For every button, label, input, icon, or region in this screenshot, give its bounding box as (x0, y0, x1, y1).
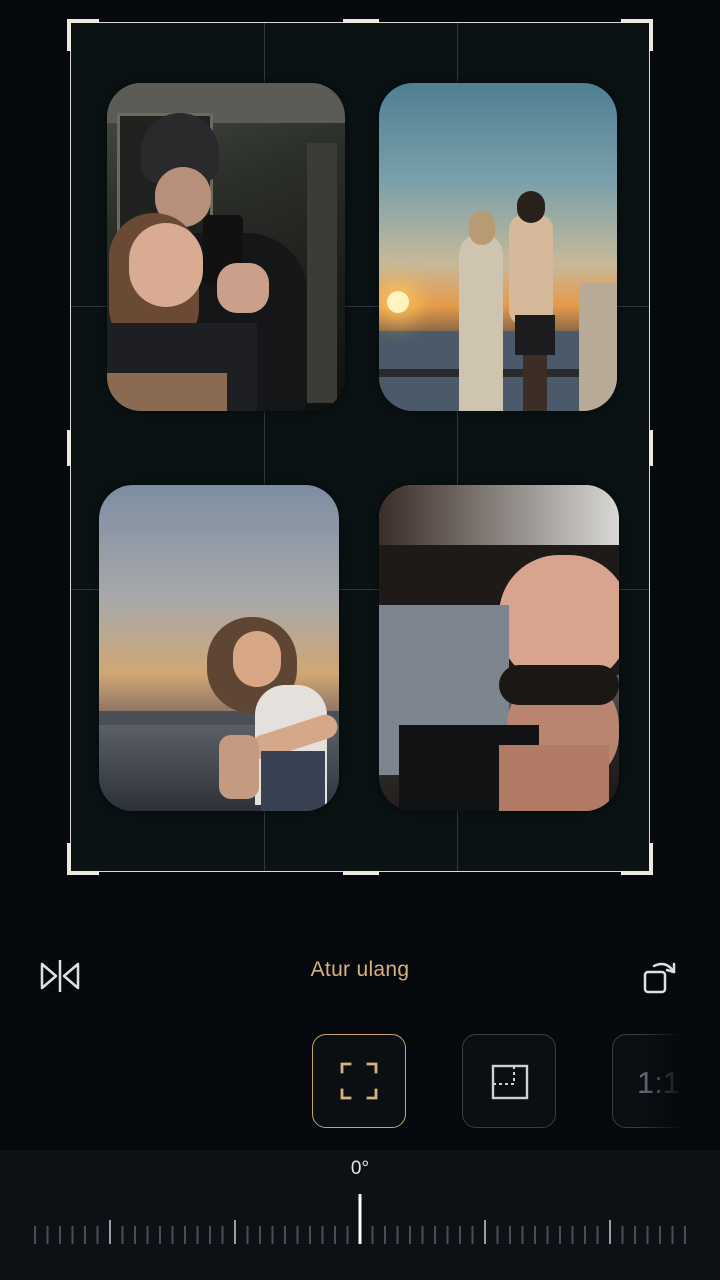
crop-handle-bottom-left[interactable] (67, 843, 99, 875)
rotate-icon (643, 962, 676, 994)
aspect-1-1-button[interactable]: 1:1 (612, 1034, 706, 1128)
collage-photo-couple-closeup (379, 485, 619, 811)
image-canvas (0, 0, 720, 900)
collage-photo-mirror-selfie (107, 83, 345, 411)
aspect-original-button[interactable] (462, 1034, 556, 1128)
crop-handle-bottom-right[interactable] (621, 843, 653, 875)
crop-handle-top-right[interactable] (621, 19, 653, 51)
rotation-panel: 0° (0, 1150, 720, 1280)
collage-photo-beach-girl (99, 485, 339, 811)
crop-toolbar: Atur ulang (0, 940, 720, 1010)
rotation-angle-label: 0° (350, 1158, 370, 1179)
aspect-1-1-label: 1:1 (637, 1065, 681, 1100)
flip-button[interactable] (36, 954, 84, 998)
reset-button[interactable]: Atur ulang (260, 958, 460, 982)
crop-handle-right[interactable] (649, 430, 653, 466)
crop-handle-left[interactable] (67, 430, 71, 466)
crop-frame[interactable] (67, 19, 653, 875)
crop-rect-icon (491, 1064, 528, 1099)
rotation-dial[interactable] (0, 1190, 720, 1260)
aspect-ratio-selector: 1:1 (0, 1032, 720, 1132)
crop-handle-bottom[interactable] (343, 871, 379, 875)
crop-free-icon (340, 1062, 377, 1099)
flip-horizontal-icon (40, 960, 80, 992)
crop-handle-top-left[interactable] (67, 19, 99, 51)
aspect-free-button[interactable] (312, 1034, 406, 1128)
crop-handle-top[interactable] (343, 19, 379, 23)
rotate-button[interactable] (636, 952, 684, 1000)
collage-photo-sunset-couple (379, 83, 617, 411)
